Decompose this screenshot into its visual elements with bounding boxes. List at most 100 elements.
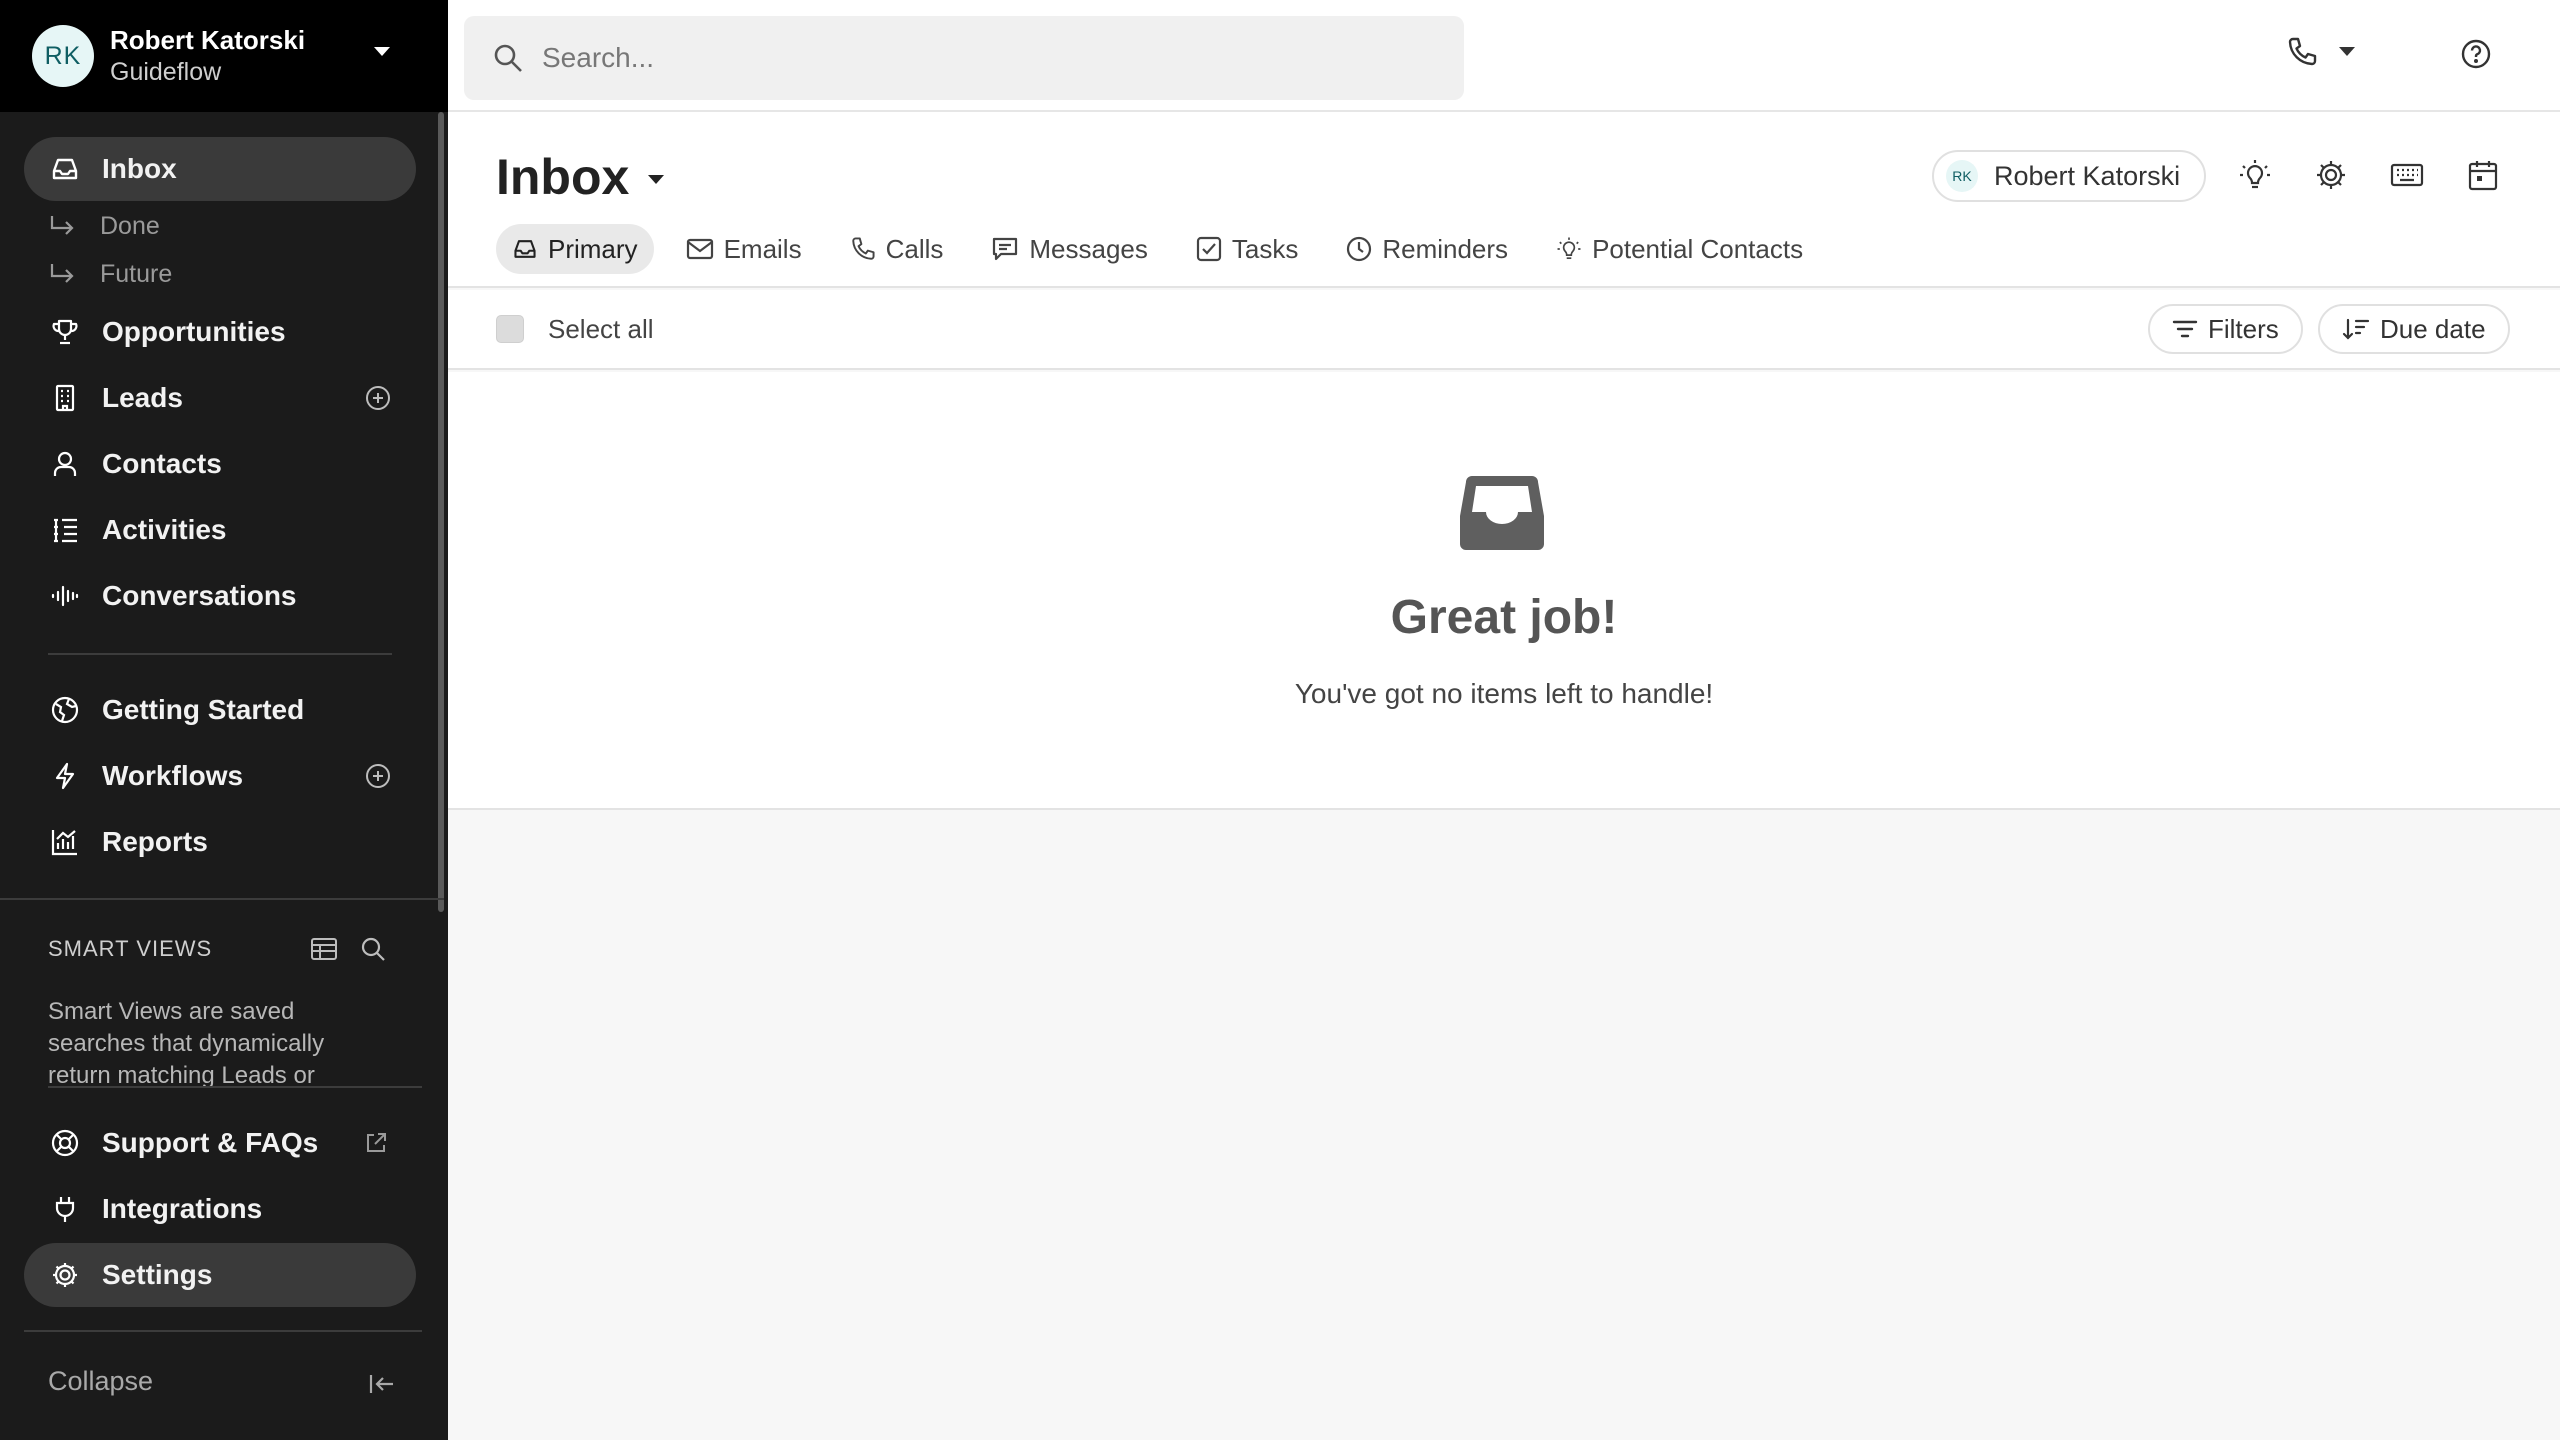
calendar-icon[interactable]	[2466, 158, 2500, 192]
search-input[interactable]	[542, 42, 1442, 74]
tab-calls[interactable]: Calls	[834, 224, 960, 274]
sidebar-item-settings[interactable]: Settings	[24, 1243, 416, 1307]
checkbox-icon	[1196, 236, 1222, 262]
search-bar[interactable]	[464, 16, 1464, 100]
subitem-arrow-icon	[48, 262, 76, 286]
sidebar-item-getting-started[interactable]: Getting Started	[24, 678, 416, 742]
tab-label: Tasks	[1231, 233, 1299, 264]
sidebar-item-label: Getting Started	[102, 694, 305, 725]
sidebar-divider	[0, 898, 444, 900]
sidebar-divider	[24, 1330, 422, 1332]
avatar: RK	[1946, 160, 1978, 192]
page-title: Inbox	[496, 149, 630, 205]
sidebar-item-activities[interactable]: Activities	[24, 498, 416, 562]
lightbulb-icon[interactable]	[2238, 158, 2272, 192]
tab-tasks[interactable]: Tasks	[1180, 224, 1314, 274]
lightning-icon	[48, 759, 82, 793]
owner-filter-button[interactable]: RK Robert Katorski	[1932, 150, 2207, 202]
globe-icon	[48, 693, 82, 727]
person-icon	[48, 447, 82, 481]
lightbulb-icon	[1556, 236, 1582, 262]
tab-label: Messages	[1029, 233, 1148, 264]
sidebar-item-label: Reports	[102, 826, 208, 857]
table-icon[interactable]	[310, 936, 338, 962]
owner-name: Robert Katorski	[1994, 160, 2181, 191]
audio-wave-icon	[48, 579, 82, 613]
lifebuoy-icon	[48, 1126, 82, 1160]
building-icon	[48, 381, 82, 415]
sidebar-item-contacts[interactable]: Contacts	[24, 432, 416, 496]
plug-icon	[48, 1192, 82, 1226]
tab-label: Potential Contacts	[1592, 233, 1804, 264]
collapse-sidebar-icon[interactable]	[368, 1372, 396, 1396]
tab-reminders[interactable]: Reminders	[1330, 224, 1524, 274]
filters-label: Filters	[2208, 313, 2279, 344]
sidebar-item-label: Contacts	[102, 448, 222, 479]
clock-icon	[1346, 236, 1372, 262]
tab-emails[interactable]: Emails	[670, 224, 818, 274]
caret-down-icon	[373, 46, 391, 58]
sidebar-item-label: Inbox	[102, 153, 177, 184]
filter-icon	[2172, 318, 2198, 340]
tab-label: Primary	[548, 233, 638, 264]
external-link-icon	[364, 1131, 388, 1155]
sidebar-divider	[48, 1086, 422, 1088]
tab-messages[interactable]: Messages	[975, 224, 1164, 274]
trophy-icon	[48, 315, 82, 349]
sidebar-item-future[interactable]: Future	[48, 254, 172, 294]
sort-icon	[2342, 317, 2370, 341]
sidebar-item-support[interactable]: Support & FAQs	[24, 1111, 416, 1175]
search-icon[interactable]	[360, 936, 386, 962]
help-button[interactable]	[2460, 38, 2492, 70]
sidebar-item-label: Done	[100, 211, 160, 240]
tab-potential-contacts[interactable]: Potential Contacts	[1540, 224, 1819, 274]
sort-label: Due date	[2380, 313, 2486, 344]
envelope-icon	[686, 237, 714, 261]
inbox-icon	[48, 152, 82, 186]
sidebar-item-conversations[interactable]: Conversations	[24, 564, 416, 628]
sidebar-scrollbar[interactable]	[438, 112, 444, 912]
phone-icon	[850, 236, 876, 262]
add-workflow-icon[interactable]	[364, 762, 392, 790]
tab-primary[interactable]: Primary	[496, 224, 654, 274]
account-org: Guideflow	[110, 58, 222, 86]
sidebar-item-workflows[interactable]: Workflows	[24, 744, 416, 808]
empty-state-subtitle: You've got no items left to handle!	[1294, 678, 1714, 709]
sidebar-divider	[48, 653, 392, 655]
empty-state: Great job! You've got no items left to h…	[448, 372, 2560, 810]
caret-down-icon	[2338, 46, 2356, 58]
sidebar-item-done[interactable]: Done	[48, 206, 160, 246]
sort-button[interactable]: Due date	[2318, 304, 2510, 354]
caret-down-icon	[647, 174, 665, 186]
phone-dropdown-button[interactable]	[2286, 36, 2356, 68]
sidebar-item-leads[interactable]: Leads	[24, 366, 416, 430]
sidebar-item-label: Future	[100, 259, 173, 288]
sidebar-item-integrations[interactable]: Integrations	[24, 1177, 416, 1241]
account-switcher[interactable]: RK Robert Katorski Guideflow	[0, 0, 448, 112]
collapse-button[interactable]: Collapse	[48, 1366, 153, 1397]
sidebar-item-reports[interactable]: Reports	[24, 810, 416, 874]
keyboard-icon[interactable]	[2390, 158, 2424, 192]
page-title-dropdown[interactable]: Inbox	[496, 148, 665, 206]
select-all-checkbox[interactable]	[496, 315, 524, 343]
add-lead-icon[interactable]	[364, 384, 392, 412]
tab-label: Reminders	[1382, 233, 1509, 264]
search-icon	[492, 42, 524, 74]
smart-views-description: Smart Views are saved searches that dyna…	[48, 998, 325, 1088]
gear-icon	[48, 1258, 82, 1292]
help-icon	[2460, 38, 2492, 70]
inbox-header: Inbox RK Robert Katorski Primary Emails …	[448, 112, 2560, 288]
chart-icon	[48, 825, 82, 859]
sidebar-item-label: Conversations	[102, 580, 297, 611]
activity-list-icon	[48, 513, 82, 547]
sidebar-item-opportunities[interactable]: Opportunities	[24, 300, 416, 364]
gear-icon[interactable]	[2314, 158, 2348, 192]
account-name: Robert Katorski	[110, 25, 306, 55]
top-bar	[448, 0, 2560, 112]
phone-icon	[2286, 36, 2318, 68]
select-all-label[interactable]: Select all	[548, 314, 654, 345]
sidebar-item-inbox[interactable]: Inbox	[24, 137, 416, 201]
filters-button[interactable]: Filters	[2148, 304, 2303, 354]
inbox-icon	[512, 236, 538, 262]
tab-label: Calls	[885, 233, 944, 264]
